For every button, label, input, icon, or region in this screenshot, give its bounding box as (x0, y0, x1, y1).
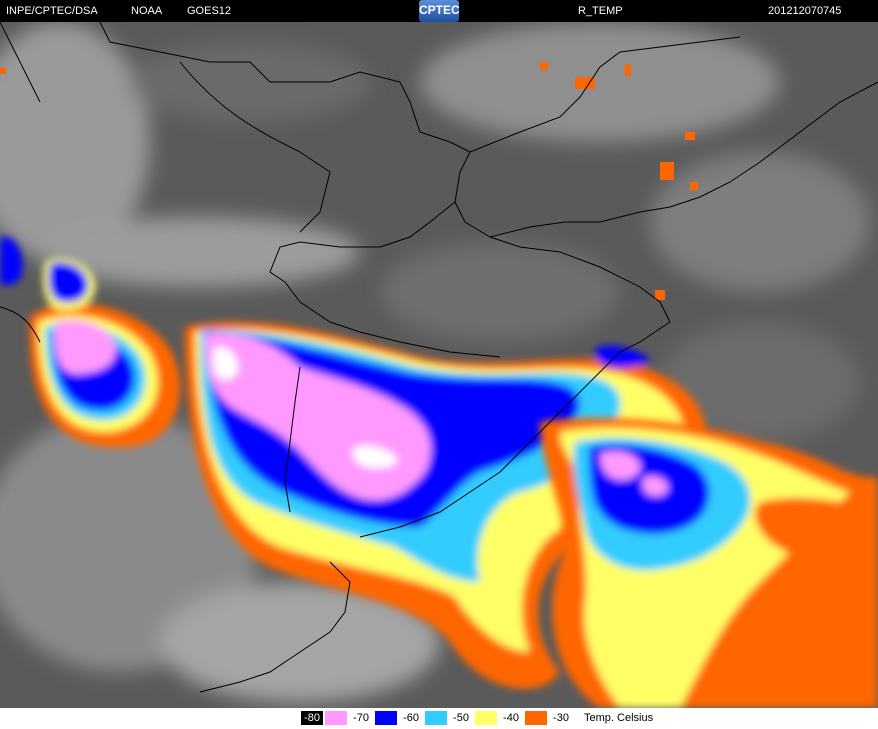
legend-label-minus40: -40 (503, 712, 519, 724)
temperature-legend: -80 -70 -60 -50 -40 -30 Temp. Celsius (0, 708, 878, 729)
legend-unit: Temp. Celsius (584, 712, 654, 724)
source-label: INPE/CPTEC/DSA (6, 5, 98, 17)
legend-swatch-minus40 (475, 711, 497, 725)
cptec-logo: CPTEC (419, 0, 460, 22)
legend-label-minus80: -80 (301, 711, 323, 725)
legend-label-minus30: -30 (553, 712, 569, 724)
legend-swatch-minus60 (375, 711, 397, 725)
legend-swatch-minus30 (525, 711, 547, 725)
legend-swatch-minus50 (425, 711, 447, 725)
legend-label-minus60: -60 (403, 712, 419, 724)
satellite-label: GOES12 (187, 5, 232, 17)
product-label: R_TEMP (578, 5, 623, 17)
infrared-map (0, 22, 878, 708)
legend-label-minus70: -70 (353, 712, 369, 724)
storm-east (540, 418, 878, 708)
agency-label: NOAA (131, 5, 163, 17)
satellite-image (0, 22, 878, 708)
legend-swatch-minus70 (325, 711, 347, 725)
timestamp-label: 201212070745 (768, 5, 842, 17)
header-bar: INPE/CPTEC/DSA NOAA GOES12 CPTEC R_TEMP … (0, 0, 878, 22)
legend-label-minus50: -50 (453, 712, 469, 724)
